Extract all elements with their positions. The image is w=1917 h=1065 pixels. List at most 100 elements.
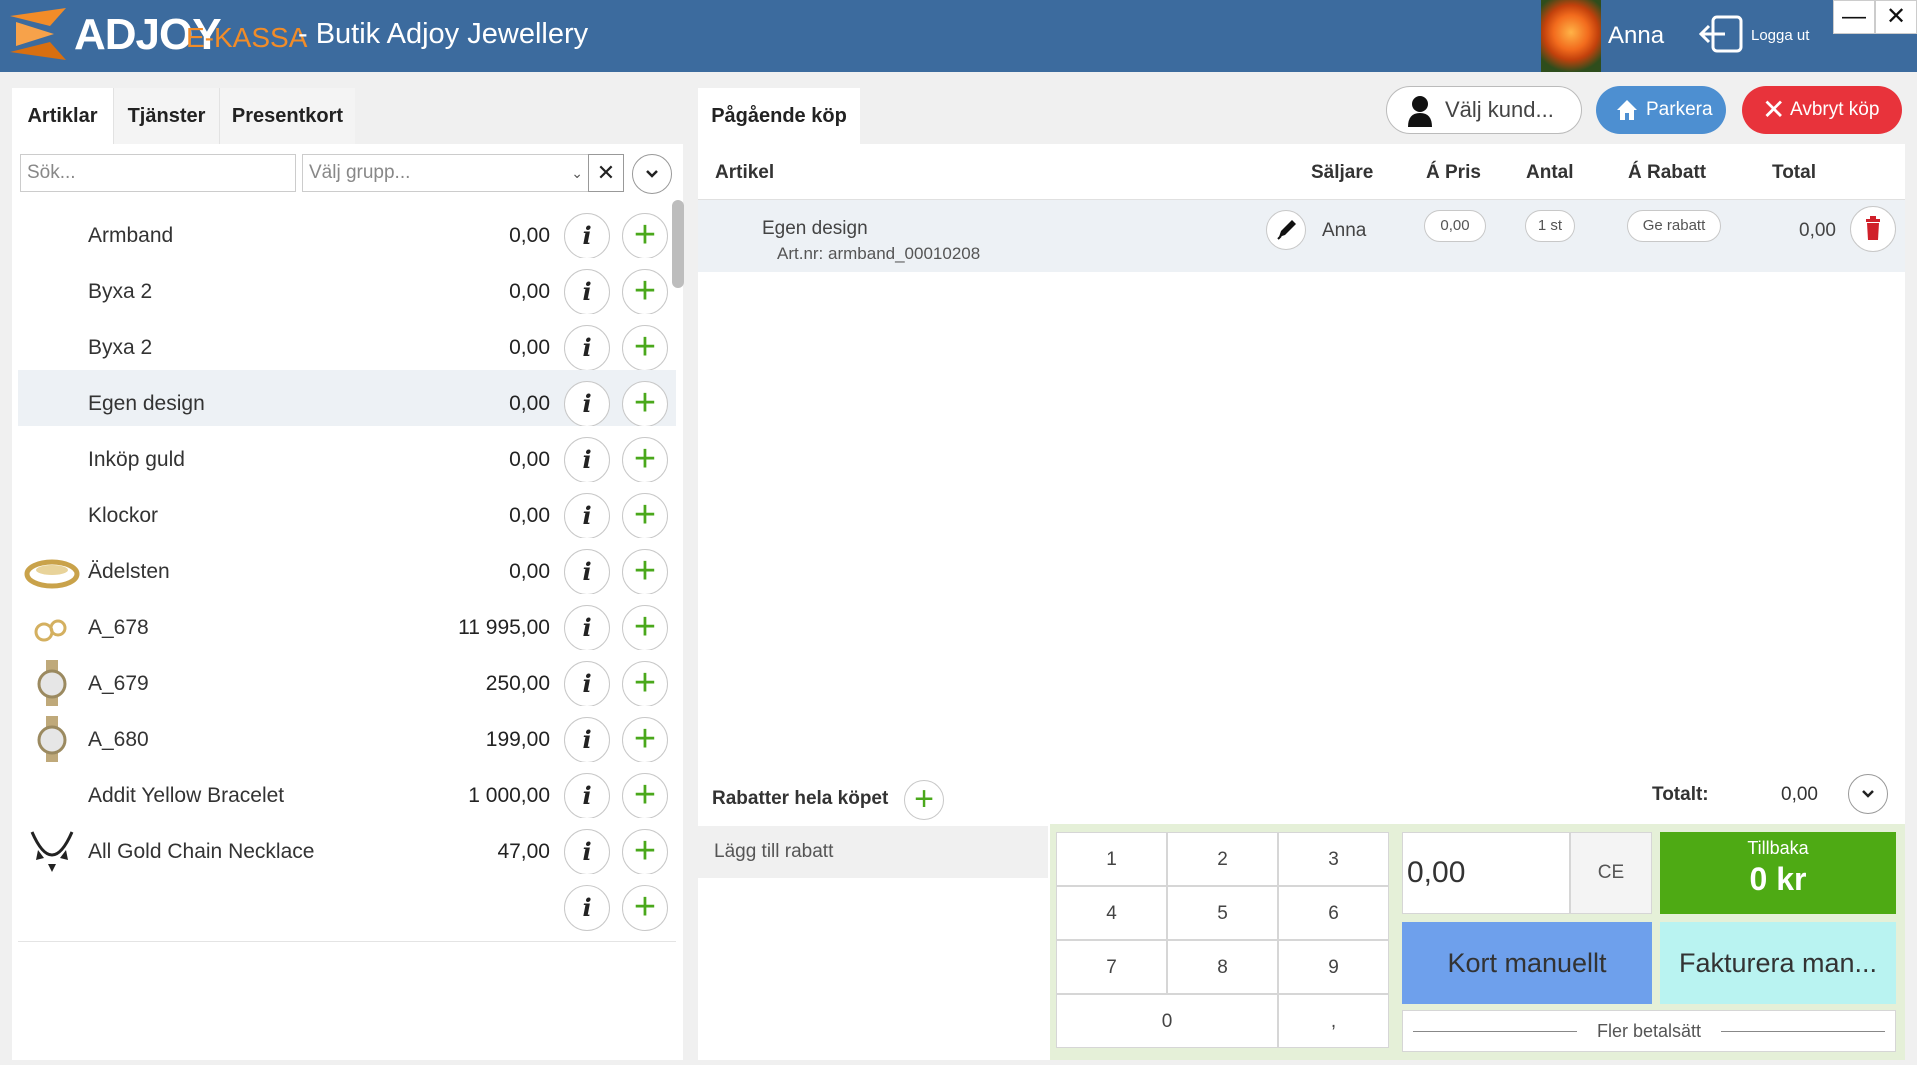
select-customer-label: Välj kund... <box>1445 97 1554 122</box>
user-avatar[interactable] <box>1541 0 1601 72</box>
key-3[interactable]: 3 <box>1278 832 1389 886</box>
col-total: Total <box>1772 162 1816 183</box>
key-9[interactable]: 9 <box>1278 940 1389 994</box>
add-article-button[interactable]: + <box>622 829 668 875</box>
order-row[interactable]: Egen design Art.nr: armband_00010208 Ann… <box>698 200 1905 272</box>
more-payment-methods-button[interactable]: Fler betalsätt <box>1402 1010 1896 1052</box>
article-price: 0,00 <box>509 392 550 415</box>
info-button[interactable]: i <box>564 885 610 931</box>
info-button[interactable]: i <box>564 437 610 483</box>
close-window-button[interactable]: ✕ <box>1875 0 1917 34</box>
edit-item-button[interactable] <box>1266 210 1306 250</box>
info-button[interactable]: i <box>564 213 610 259</box>
tab-pagaende-kop[interactable]: Pågående köp <box>698 88 860 144</box>
park-button[interactable]: Parkera <box>1596 86 1726 134</box>
key-2[interactable]: 2 <box>1167 832 1278 886</box>
article-name: Inköp guld <box>88 448 185 471</box>
key-8[interactable]: 8 <box>1167 940 1278 994</box>
article-row[interactable]: i + <box>18 874 676 942</box>
delete-item-button[interactable] <box>1850 206 1896 252</box>
info-button[interactable]: i <box>564 493 610 539</box>
add-article-button[interactable]: + <box>622 493 668 539</box>
rings-icon <box>34 619 67 642</box>
amount-input[interactable]: 0,00 <box>1402 832 1570 914</box>
key-5[interactable]: 5 <box>1167 886 1278 940</box>
quantity-pill[interactable]: 1 st <box>1525 210 1575 242</box>
expand-total-button[interactable] <box>1848 774 1888 814</box>
key-comma[interactable]: , <box>1278 994 1389 1048</box>
info-button[interactable]: i <box>564 605 610 651</box>
article-name: A_679 <box>88 672 149 695</box>
col-quantity: Antal <box>1526 162 1574 183</box>
add-article-button[interactable]: + <box>622 437 668 483</box>
article-name: Addit Yellow Bracelet <box>88 784 285 807</box>
order-table-header: Artikel Säljare Á Pris Antal Á Rabatt To… <box>698 144 1905 200</box>
logout-icon[interactable] <box>1699 14 1745 54</box>
clear-entry-button[interactable]: CE <box>1570 832 1652 914</box>
info-button[interactable]: i <box>564 773 610 819</box>
add-article-button[interactable]: + <box>622 269 668 315</box>
logout-button[interactable]: Logga ut <box>1751 27 1809 44</box>
add-article-button[interactable]: + <box>622 325 668 371</box>
article-price: 0,00 <box>509 560 550 583</box>
info-button[interactable]: i <box>564 325 610 371</box>
change-label: Tillbaka <box>1747 838 1809 858</box>
discount-list: Lägg till rabatt <box>698 826 1048 1060</box>
chevron-down-icon: ⌄ <box>571 165 583 181</box>
info-button[interactable]: i <box>564 549 610 595</box>
add-article-button[interactable]: + <box>622 885 668 931</box>
card-manual-button[interactable]: Kort manuellt <box>1402 922 1652 1004</box>
order-item-seller[interactable]: Anna <box>1322 220 1366 242</box>
info-button[interactable]: i <box>564 381 610 427</box>
tab-presentkort[interactable]: Presentkort <box>219 88 355 144</box>
invoice-button[interactable]: Fakturera man... <box>1660 922 1896 1004</box>
more-payment-label: Fler betalsätt <box>1596 1021 1702 1041</box>
key-4[interactable]: 4 <box>1056 886 1167 940</box>
article-price: 0,00 <box>509 504 550 527</box>
group-select[interactable]: Välj grupp... ⌄ <box>302 154 592 192</box>
person-icon <box>1408 96 1432 127</box>
add-article-button[interactable]: + <box>622 605 668 651</box>
select-customer-button[interactable]: Välj kund... <box>1386 86 1582 134</box>
key-6[interactable]: 6 <box>1278 886 1389 940</box>
add-article-button[interactable]: + <box>622 773 668 819</box>
info-button[interactable]: i <box>564 269 610 315</box>
key-1[interactable]: 1 <box>1056 832 1167 886</box>
add-discount-button[interactable]: + <box>904 780 944 820</box>
logo-subtext: E-KASSA <box>186 22 308 53</box>
article-name: Egen design <box>88 392 205 415</box>
article-name: A_680 <box>88 728 149 751</box>
add-article-button[interactable]: + <box>622 381 668 427</box>
pencil-icon <box>1277 220 1296 240</box>
add-article-button[interactable]: + <box>622 213 668 259</box>
clear-search-button[interactable]: ✕ <box>588 154 624 192</box>
info-button[interactable]: i <box>564 717 610 763</box>
watch-icon <box>37 660 67 708</box>
abort-purchase-button[interactable]: ✕ Avbryt köp <box>1742 86 1902 134</box>
key-7[interactable]: 7 <box>1056 940 1167 994</box>
give-discount-pill[interactable]: Ge rabatt <box>1627 210 1721 242</box>
user-name[interactable]: Anna <box>1608 22 1664 50</box>
add-article-button[interactable]: + <box>622 549 668 595</box>
change-display: Tillbaka 0 kr <box>1660 832 1896 914</box>
add-article-button[interactable]: + <box>622 661 668 707</box>
tab-tjanster[interactable]: Tjänster <box>113 88 219 144</box>
add-discount-item[interactable]: Lägg till rabatt <box>698 826 1048 878</box>
add-article-button[interactable]: + <box>622 717 668 763</box>
article-list: Armband 0,00 i + Byxa 2 0,00 i + Byxa 2 … <box>18 202 676 1060</box>
article-panel: Artiklar Tjänster Presentkort Välj grupp… <box>12 88 684 1060</box>
key-0[interactable]: 0 <box>1056 994 1278 1048</box>
article-tabs: Artiklar Tjänster Presentkort <box>12 88 683 144</box>
article-price: 250,00 <box>485 672 550 695</box>
expand-filter-button[interactable] <box>632 154 672 194</box>
order-item-artnr: Art.nr: armband_00010208 <box>777 244 981 263</box>
search-input[interactable] <box>20 154 296 192</box>
article-price: 0,00 <box>509 448 550 471</box>
unit-price-pill[interactable]: 0,00 <box>1424 210 1486 242</box>
minimize-button[interactable]: — <box>1833 0 1875 34</box>
info-button[interactable]: i <box>564 661 610 707</box>
discount-section-title: Rabatter hela köpet <box>712 788 889 809</box>
info-button[interactable]: i <box>564 829 610 875</box>
article-list-scrollbar[interactable] <box>672 200 684 288</box>
tab-artiklar[interactable]: Artiklar <box>12 88 113 144</box>
